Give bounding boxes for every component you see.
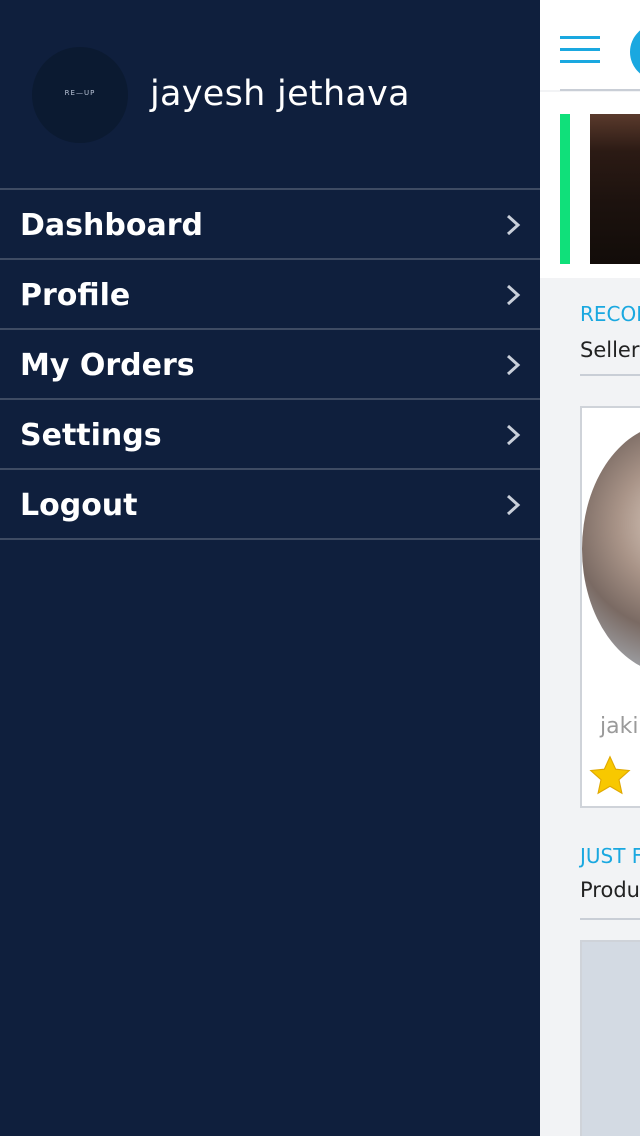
chevron-right-icon <box>506 424 521 446</box>
drawer-profile-header: RE—UP jayesh jethava <box>0 0 540 188</box>
menu-item-label: Dashboard <box>20 208 203 243</box>
navigation-drawer: RE—UP jayesh jethava Dashboard Profile M… <box>0 0 540 1136</box>
section-title-recommended: RECOI <box>580 302 640 326</box>
menu-item-label: Settings <box>20 418 162 453</box>
user-name: jayesh jethava <box>150 74 410 114</box>
divider <box>580 918 640 920</box>
chevron-right-icon <box>506 214 521 236</box>
divider <box>580 374 640 376</box>
seller-card[interactable]: jaki <box>580 406 640 808</box>
seller-photo <box>582 424 640 674</box>
chevron-right-icon <box>506 494 521 516</box>
seller-name: jaki <box>600 714 639 739</box>
section-subtitle-products: Produ <box>580 878 640 902</box>
menu-item-logout[interactable]: Logout <box>0 470 540 540</box>
menu-item-label: My Orders <box>20 348 195 383</box>
menu-item-my-orders[interactable]: My Orders <box>0 330 540 400</box>
chevron-right-icon <box>506 354 521 376</box>
banner <box>540 92 640 278</box>
brand-logo <box>630 24 640 80</box>
avatar[interactable]: RE—UP <box>32 47 128 143</box>
menu-item-label: Profile <box>20 278 131 313</box>
banner-indicator <box>560 114 570 264</box>
menu-item-dashboard[interactable]: Dashboard <box>0 190 540 260</box>
star-icon <box>589 755 631 795</box>
product-card[interactable] <box>580 940 640 1136</box>
hamburger-menu-icon[interactable] <box>560 36 600 64</box>
avatar-logo-text: RE—UP <box>64 89 96 97</box>
banner-image[interactable] <box>590 114 640 264</box>
main-content: RECOI Seller jaki JUST F Produ <box>540 0 640 1136</box>
section-title-just: JUST F <box>580 844 640 868</box>
menu-item-settings[interactable]: Settings <box>0 400 540 470</box>
menu-item-label: Logout <box>20 488 138 523</box>
divider <box>560 89 640 91</box>
chevron-right-icon <box>506 284 521 306</box>
drawer-menu: Dashboard Profile My Orders Settings Log… <box>0 188 540 540</box>
top-bar <box>540 0 640 91</box>
section-subtitle-seller: Seller <box>580 338 640 362</box>
menu-item-profile[interactable]: Profile <box>0 260 540 330</box>
